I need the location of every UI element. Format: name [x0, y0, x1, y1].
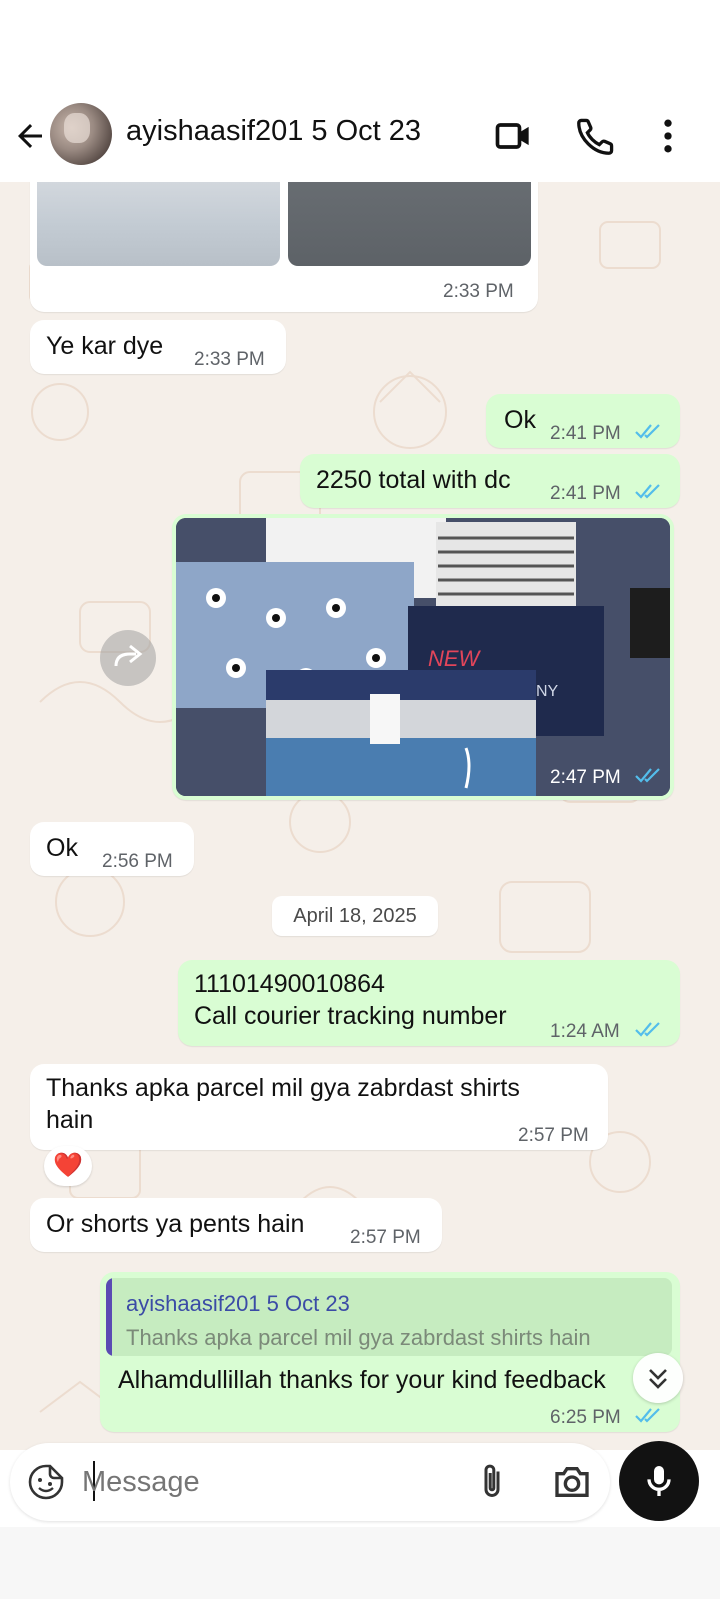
message-time: 2:47 PM: [550, 767, 621, 788]
message-input[interactable]: [80, 1459, 464, 1505]
more-options-icon[interactable]: [646, 114, 690, 158]
status-bar-area: [0, 0, 720, 102]
scroll-to-bottom-button[interactable]: [633, 1353, 683, 1403]
system-navigation-area: [0, 1527, 720, 1599]
svg-text:NY: NY: [536, 683, 559, 700]
contact-name[interactable]: ayishaasif201 5 Oct 23: [126, 115, 421, 148]
clothing-photo[interactable]: NEW NY: [176, 518, 670, 796]
message-outgoing-reply[interactable]: ayishaasif201 5 Oct 23 Thanks apka parce…: [100, 1272, 680, 1432]
heart-reaction-icon: ❤️: [53, 1152, 83, 1179]
message-text: Ok: [46, 834, 78, 862]
back-arrow-icon[interactable]: [12, 118, 48, 154]
message-text: Alhamdullillah thanks for your kind feed…: [118, 1366, 606, 1394]
chat-header: ayishaasif201 5 Oct 23: [0, 102, 720, 182]
message-outgoing[interactable]: 11101490010864 Call courier tracking num…: [178, 960, 680, 1046]
message-time: 2:33 PM: [443, 281, 514, 302]
read-receipt-icon: [635, 1022, 660, 1037]
quote-accent-bar: [106, 1278, 112, 1356]
camera-icon[interactable]: [552, 1463, 592, 1501]
voice-record-button[interactable]: [619, 1441, 699, 1521]
message-incoming[interactable]: Or shorts ya pents hain 2:57 PM: [30, 1198, 442, 1252]
message-composer[interactable]: [10, 1443, 610, 1521]
attachment-paperclip-icon[interactable]: [474, 1461, 510, 1503]
message-time: 2:33 PM: [194, 349, 265, 370]
message-time: 2:57 PM: [518, 1125, 589, 1146]
double-chevron-down-icon: [649, 1369, 667, 1389]
video-call-icon[interactable]: [492, 114, 536, 158]
message-text: Ye kar dye: [46, 332, 164, 360]
message-time: 2:56 PM: [102, 851, 173, 872]
message-incoming-images[interactable]: 2:33 PM: [30, 182, 538, 312]
read-receipt-icon: [635, 1408, 660, 1423]
message-reaction[interactable]: ❤️: [44, 1146, 92, 1186]
message-text-line: hain: [46, 1106, 94, 1134]
read-receipt-icon: [635, 424, 660, 439]
clothing-photo-image: NEW NY: [176, 518, 670, 796]
forward-button[interactable]: [100, 630, 156, 686]
message-outgoing[interactable]: Ok 2:41 PM: [486, 394, 680, 448]
blurred-photo-thumbnail[interactable]: [288, 182, 531, 266]
quoted-message[interactable]: ayishaasif201 5 Oct 23 Thanks apka parce…: [106, 1278, 672, 1356]
read-receipt-icon: [635, 768, 660, 783]
chat-area[interactable]: 2:33 PM Ye kar dye 2:33 PM Ok 2:41 PM 22…: [0, 182, 720, 1450]
message-text: Ok: [504, 406, 536, 434]
message-incoming[interactable]: Thanks apka parcel mil gya zabrdast shir…: [30, 1064, 608, 1150]
date-divider: April 18, 2025: [272, 896, 438, 936]
message-incoming[interactable]: Ok 2:56 PM: [30, 822, 194, 876]
forward-icon: [114, 644, 143, 667]
message-time: 2:57 PM: [350, 1227, 421, 1248]
message-text: Or shorts ya pents hain: [46, 1210, 305, 1238]
sticker-icon[interactable]: [26, 1462, 66, 1502]
blurred-photo-thumbnail[interactable]: [37, 182, 280, 266]
microphone-icon: [647, 1466, 671, 1496]
message-time: 2:41 PM: [550, 483, 621, 504]
quoted-sender: ayishaasif201 5 Oct 23: [126, 1291, 350, 1316]
contact-avatar[interactable]: [50, 103, 112, 165]
message-outgoing-photo[interactable]: NEW NY 2:47 PM: [172, 514, 674, 800]
voice-call-icon[interactable]: [574, 114, 618, 158]
message-time: 6:25 PM: [550, 1407, 621, 1428]
quoted-text: Thanks apka parcel mil gya zabrdast shir…: [126, 1325, 591, 1350]
message-incoming[interactable]: Ye kar dye 2:33 PM: [30, 320, 286, 374]
svg-text:NEW: NEW: [428, 646, 482, 671]
read-receipt-icon: [635, 484, 660, 499]
message-text-line: Thanks apka parcel mil gya zabrdast shir…: [46, 1074, 520, 1102]
message-text-line: 11101490010864: [194, 970, 385, 998]
message-text-line: Call courier tracking number: [194, 1002, 507, 1030]
message-outgoing[interactable]: 2250 total with dc 2:41 PM: [300, 454, 680, 508]
message-time: 1:24 AM: [550, 1021, 620, 1042]
message-text: 2250 total with dc: [316, 466, 511, 494]
message-time: 2:41 PM: [550, 423, 621, 444]
